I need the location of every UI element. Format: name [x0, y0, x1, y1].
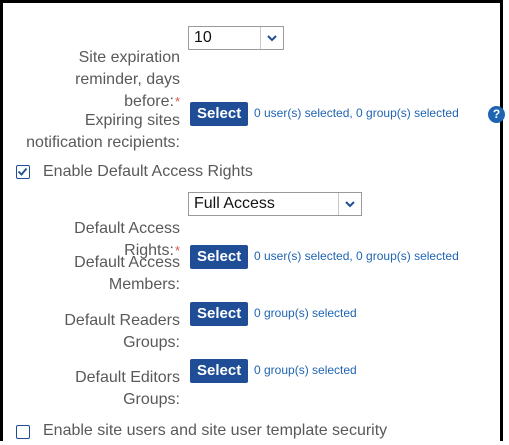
default-access-rights-value: Full Access — [194, 195, 275, 212]
default-access-members-label: Default Access Members: — [74, 254, 180, 293]
chevron-down-icon — [338, 193, 361, 215]
default-readers-select-button[interactable]: Select — [190, 302, 249, 326]
site-expiration-label: Site expiration reminder, days before:* — [75, 49, 180, 110]
default-access-rights-checkbox-label[interactable]: Enable Default Access Rights — [43, 162, 253, 182]
site-users-security-checkbox-label[interactable]: Enable site users and site user template… — [43, 421, 387, 441]
default-access-rights-checkbox[interactable] — [16, 165, 30, 179]
expiration-days-value: 10 — [194, 29, 212, 46]
checkmark-icon — [17, 167, 28, 176]
expiring-sites-recipients-label: Expiring sites notification recipients: — [26, 112, 180, 151]
default-access-members-select-button[interactable]: Select — [190, 245, 249, 269]
default-editors-summary[interactable]: 0 group(s) selected — [254, 362, 357, 378]
default-readers-groups-label: Default Readers Groups: — [64, 312, 180, 351]
recipients-selection-summary[interactable]: 0 user(s) selected, 0 group(s) selected — [254, 105, 459, 121]
default-access-members-summary[interactable]: 0 user(s) selected, 0 group(s) selected — [254, 248, 459, 264]
required-marker: * — [174, 94, 180, 109]
recipients-select-button[interactable]: Select — [190, 102, 249, 126]
expiration-days-select[interactable]: 10 — [188, 26, 284, 50]
default-readers-summary[interactable]: 0 group(s) selected — [254, 305, 357, 321]
chevron-down-icon — [260, 27, 283, 49]
default-editors-groups-label: Default Editors Groups: — [75, 369, 180, 408]
site-users-security-checkbox[interactable] — [16, 425, 30, 439]
help-icon[interactable]: ? — [488, 106, 505, 123]
default-access-rights-select[interactable]: Full Access — [188, 192, 362, 216]
default-editors-select-button[interactable]: Select — [190, 359, 249, 383]
